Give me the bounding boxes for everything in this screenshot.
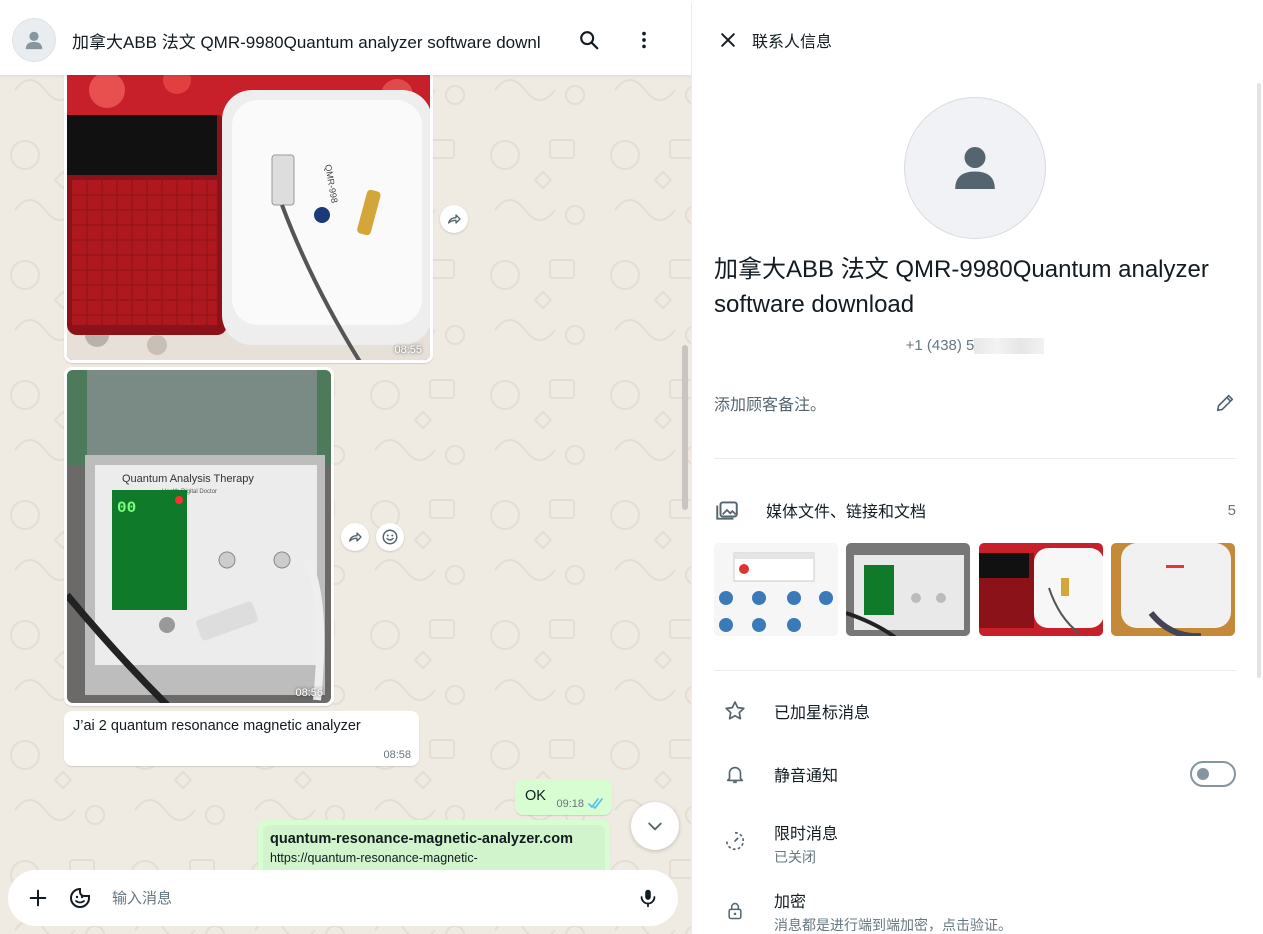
sticker-icon [70,887,90,908]
device-digits: 00 [117,499,136,517]
media-links-docs-row[interactable]: 媒体文件、链接和文档 5 [714,494,1236,526]
message-time: 08:56 [295,687,323,699]
star-icon [725,701,745,720]
forward-icon [349,532,362,542]
voice-message-button[interactable] [632,882,664,914]
divider [714,670,1236,671]
chat-pane: 加拿大ABB 法文 QMR-9980Quantum analyzer softw… [0,0,691,934]
phone-number: +1 (438) 5 [905,337,975,354]
forward-button[interactable] [440,205,468,233]
starred-label: 已加星标消息 [774,705,871,722]
starred-messages-row[interactable]: 已加星标消息 [714,699,1236,723]
image-message-case[interactable]: QMR-998 08:55 [64,67,433,363]
phone-redacted [974,338,1045,355]
message-text: J’ai 2 quantum resonance magnetic analyz… [73,718,361,734]
scroll-to-bottom-button[interactable] [631,802,679,850]
customer-note-row[interactable]: 添加顾客备注。 [714,391,1236,415]
media-count: 5 [1227,501,1236,519]
photo-device-in-case: QMR-998 08:55 [67,70,430,360]
media-thumbnail[interactable] [1111,543,1235,636]
menu-button[interactable] [624,20,664,60]
contact-info-pane: 联系人信息 加拿大ABB 法文 QMR-9980Quantum analyzer… [691,0,1263,934]
plus-icon [29,889,47,907]
message-time: 09:18 [556,798,584,810]
info-header-title: 联系人信息 [752,34,833,51]
kebab-menu-icon [642,31,646,49]
device-screen-title: Quantum Analysis Therapy [122,473,254,485]
contact-name: 加拿大ABB 法文 QMR-9980Quantum analyzer softw… [714,256,1209,318]
mute-label: 静音通知 [774,768,839,785]
bell-icon [726,766,744,784]
timer-icon [725,831,745,851]
chat-header: 加拿大ABB 法文 QMR-9980Quantum analyzer softw… [0,5,691,75]
search-icon [580,31,599,50]
sticker-button[interactable] [64,882,96,914]
close-info-button[interactable] [708,20,748,60]
message-time: 08:58 [383,749,411,761]
info-header: 联系人信息 [692,5,1263,75]
encryption-row[interactable]: 加密 消息都是进行端到端加密，点击验证。 [714,888,1236,934]
attach-button[interactable] [22,882,54,914]
media-thumbnail[interactable] [979,543,1103,636]
message-text: OK [525,788,546,804]
image-message-analyzer[interactable]: Quantum Analysis Therapy Health Digital … [64,367,334,706]
customer-note-placeholder: 添加顾客备注。 [714,397,827,414]
mute-notifications-row[interactable]: 静音通知 [714,761,1236,787]
contact-profile-photo[interactable] [904,97,1046,239]
lock-icon [728,902,742,920]
link-preview-title[interactable]: quantum-resonance-magnetic-analyzer.com [270,831,598,847]
chat-scrollbar[interactable] [682,345,688,510]
chevron-down-icon [648,822,662,831]
message-composer [8,870,678,926]
media-gallery-icon [716,501,738,520]
person-icon [25,31,43,50]
disappearing-messages-row[interactable]: 限时消息 已关闭 [714,820,1236,867]
chat-title[interactable]: 加拿大ABB 法文 QMR-9980Quantum analyzer softw… [72,28,554,53]
emoji-react-icon [382,529,398,545]
disappearing-status: 已关闭 [774,849,816,865]
forward-button[interactable] [341,523,369,551]
close-icon [721,33,735,47]
mute-toggle[interactable] [1190,761,1236,787]
divider [714,458,1236,459]
photo-analyzer: Quantum Analysis Therapy Health Digital … [67,370,331,703]
mic-icon [640,889,656,908]
message-time: 08:55 [394,344,422,356]
message-input[interactable] [112,889,632,907]
encryption-description: 消息都是进行端到端加密，点击验证。 [774,917,1012,933]
incoming-text-message[interactable]: J’ai 2 quantum resonance magnetic analyz… [64,711,419,766]
disappearing-label: 限时消息 [774,826,839,843]
person-icon [955,147,995,189]
link-preview-url[interactable]: https://quantum-resonance-magnetic- [270,851,598,865]
react-button[interactable] [376,523,404,551]
read-ticks-icon [588,798,603,809]
contact-avatar[interactable] [12,18,56,62]
contact-phone: +1 (438) 5 [692,337,1258,355]
media-label: 媒体文件、链接和文档 [766,504,927,521]
encryption-label: 加密 [774,894,807,911]
search-button[interactable] [569,20,609,60]
forward-icon [448,214,461,224]
outgoing-text-message[interactable]: OK 09:18 [515,779,612,815]
media-thumbnail[interactable] [846,543,970,636]
media-thumbnail[interactable] [714,543,838,636]
pencil-icon[interactable] [1214,392,1236,414]
info-scrollbar[interactable] [1257,83,1261,678]
